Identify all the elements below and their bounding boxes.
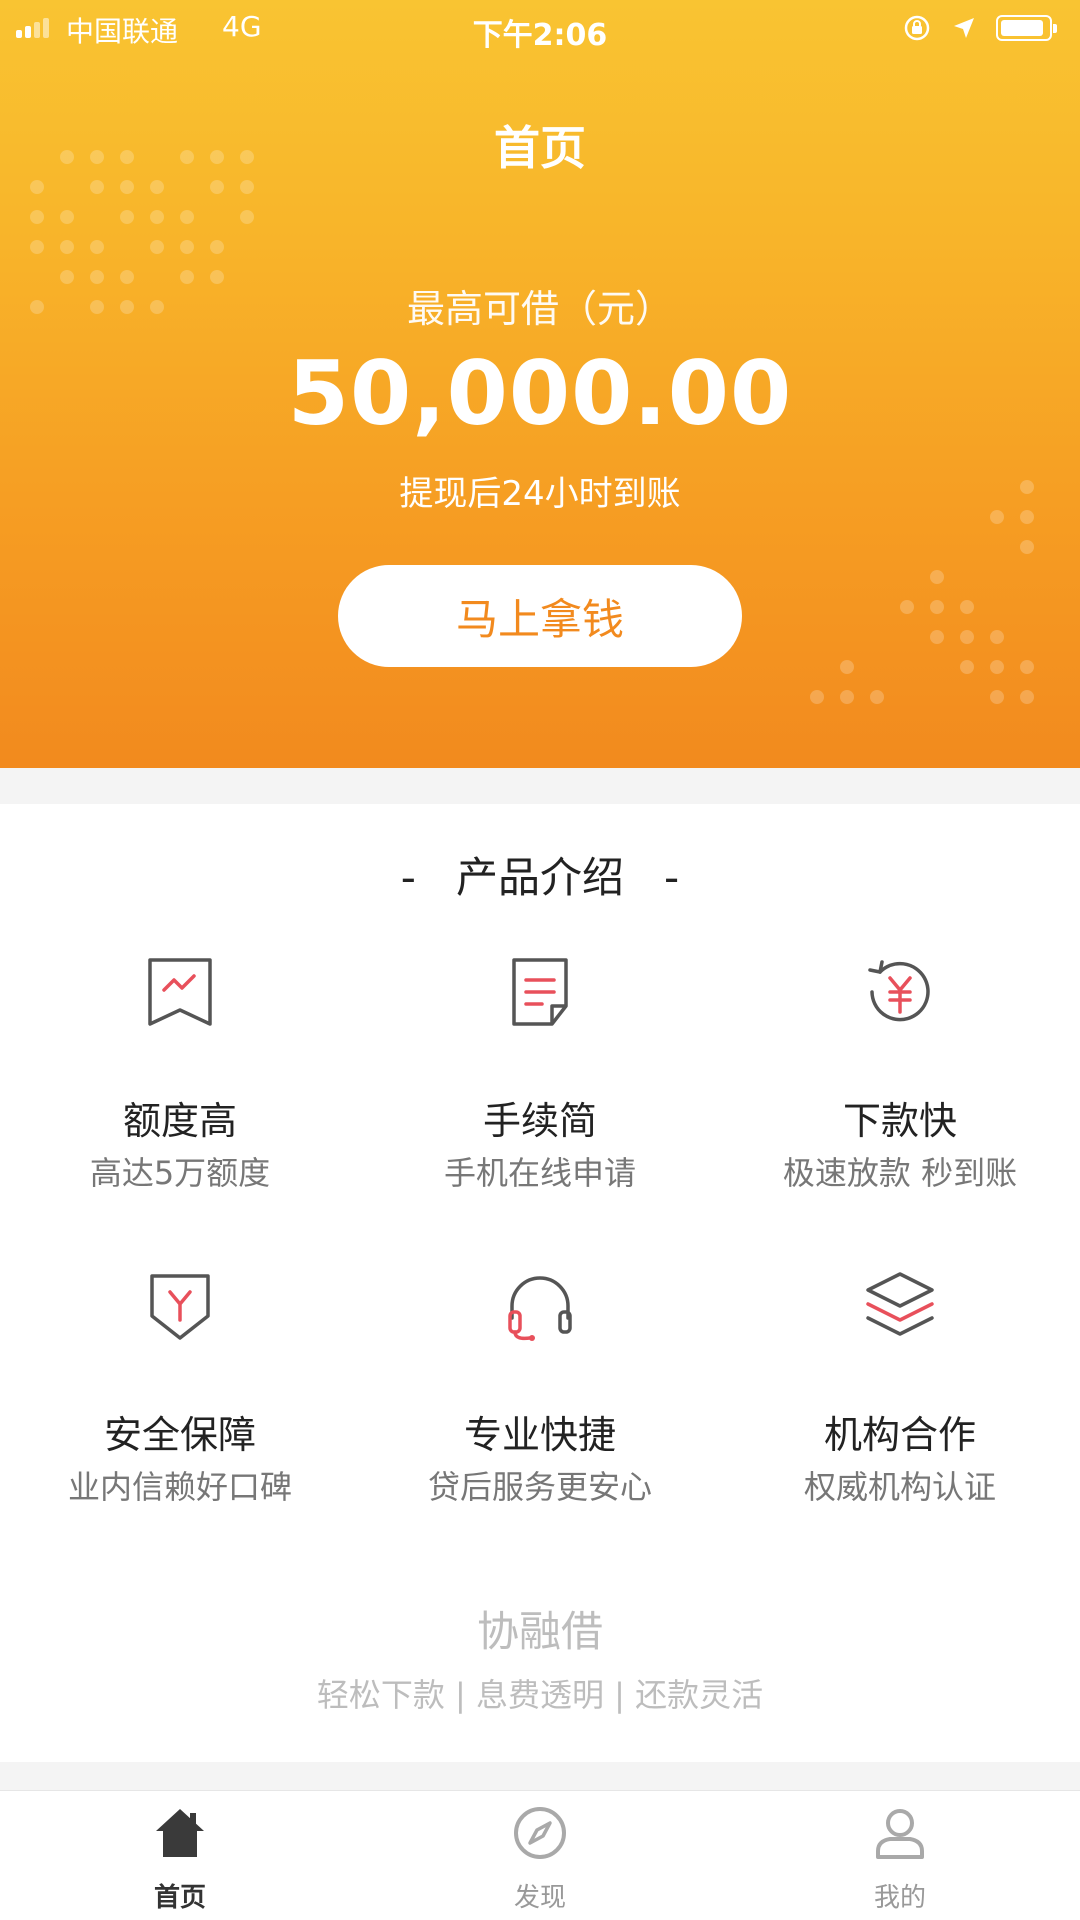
decor-dot bbox=[930, 570, 944, 584]
feature-professional: 专业快捷 贷后服务更安心 bbox=[360, 1266, 720, 1566]
decor-dot bbox=[840, 660, 854, 674]
yuan-refresh-icon bbox=[868, 960, 930, 1022]
tab-label: 我的 bbox=[873, 1883, 926, 1913]
shield-icon bbox=[150, 1274, 210, 1340]
screen: 中国联通 4G 下午2:06 首页 最高可借（元） 50,000.00 提现后2… bbox=[0, 0, 1080, 1920]
decor-dot bbox=[1020, 540, 1034, 554]
feature-desc: 权威机构认证 bbox=[803, 1468, 996, 1506]
brand-name: 协融借 bbox=[476, 1607, 603, 1656]
decor-dot bbox=[30, 210, 44, 224]
bottom-tab-bar: 首页 发现 我的 bbox=[0, 1790, 1080, 1920]
status-bar: 中国联通 4G 下午2:06 bbox=[0, 0, 1080, 56]
battery-icon bbox=[996, 15, 1057, 41]
feature-name: 下款快 bbox=[842, 1099, 957, 1143]
decor-dot bbox=[1020, 690, 1034, 704]
decor-dot bbox=[60, 210, 74, 224]
user-icon bbox=[876, 1809, 924, 1859]
decor-dot bbox=[150, 240, 164, 254]
decor-dot bbox=[180, 240, 194, 254]
tab-label: 首页 bbox=[153, 1883, 206, 1913]
feature-partnership: 机构合作 权威机构认证 bbox=[720, 1266, 1080, 1566]
feature-fast-payout: 下款快 极速放款 秒到账 bbox=[720, 952, 1080, 1252]
max-loan-amount: 50,000.00 bbox=[287, 342, 793, 445]
decor-dot bbox=[990, 630, 1004, 644]
decor-dot bbox=[210, 180, 224, 194]
decor-dot bbox=[60, 240, 74, 254]
decor-dot bbox=[930, 630, 944, 644]
feature-high-limit: 额度高 高达5万额度 bbox=[0, 952, 360, 1252]
decor-dot bbox=[90, 180, 104, 194]
feature-desc: 手机在线申请 bbox=[443, 1154, 636, 1192]
arrival-note: 提现后24小时到账 bbox=[399, 474, 681, 514]
feature-desc: 贷后服务更安心 bbox=[427, 1468, 652, 1506]
compass-icon bbox=[514, 1807, 566, 1859]
tab-label: 发现 bbox=[513, 1883, 566, 1913]
section-divider bbox=[0, 768, 1080, 804]
layers-icon bbox=[866, 1272, 934, 1336]
section-title: - 产品介绍 - bbox=[400, 853, 680, 902]
product-intro-section: - 产品介绍 - 额度高 高达5万额度 手续简 手机在线申请 下款快 极速放款 … bbox=[0, 804, 1080, 1762]
decor-dot bbox=[870, 690, 884, 704]
decor-dot bbox=[30, 240, 44, 254]
decor-dot bbox=[990, 660, 1004, 674]
decor-dot bbox=[840, 690, 854, 704]
headset-icon bbox=[508, 1276, 572, 1341]
feature-desc: 高达5万额度 bbox=[89, 1154, 271, 1192]
tab-mine[interactable]: 我的 bbox=[720, 1791, 1080, 1920]
decor-dot bbox=[120, 180, 134, 194]
decor-dot bbox=[900, 600, 914, 614]
feature-simple-process: 手续简 手机在线申请 bbox=[360, 952, 720, 1252]
status-icons bbox=[902, 10, 1057, 46]
brand-tagline: 轻松下款 | 息费透明 | 还款灵活 bbox=[316, 1676, 764, 1714]
decor-dot bbox=[240, 180, 254, 194]
decor-dot bbox=[210, 240, 224, 254]
document-icon bbox=[512, 958, 568, 1026]
tab-discover[interactable]: 发现 bbox=[360, 1791, 720, 1920]
feature-name: 额度高 bbox=[122, 1099, 237, 1143]
decor-dot bbox=[930, 600, 944, 614]
feature-desc: 极速放款 秒到账 bbox=[782, 1154, 1018, 1192]
home-icon bbox=[156, 1809, 204, 1857]
feature-name: 手续简 bbox=[482, 1099, 597, 1143]
feature-desc: 业内信赖好口碑 bbox=[67, 1468, 292, 1506]
hero-banner: 中国联通 4G 下午2:06 首页 最高可借（元） 50,000.00 提现后2… bbox=[0, 0, 1080, 768]
tab-home[interactable]: 首页 bbox=[0, 1791, 360, 1920]
decor-dot bbox=[240, 210, 254, 224]
feature-name: 机构合作 bbox=[823, 1413, 976, 1457]
decor-dot bbox=[960, 630, 974, 644]
location-icon bbox=[954, 18, 974, 38]
decor-dot bbox=[150, 210, 164, 224]
decor-dot bbox=[960, 600, 974, 614]
feature-name: 专业快捷 bbox=[463, 1413, 616, 1457]
tabbar-divider bbox=[0, 1762, 1080, 1790]
decor-dot bbox=[150, 180, 164, 194]
decor-dot bbox=[30, 180, 44, 194]
feature-name: 安全保障 bbox=[103, 1413, 256, 1457]
decor-dot bbox=[810, 690, 824, 704]
decor-dot bbox=[180, 210, 194, 224]
decor-dot bbox=[960, 660, 974, 674]
decor-dot bbox=[990, 690, 1004, 704]
decor-dot bbox=[120, 210, 134, 224]
get-money-button[interactable]: 马上拿钱 bbox=[338, 565, 742, 667]
page-title: 首页 bbox=[494, 121, 586, 175]
trend-chart-icon bbox=[148, 958, 212, 1026]
feature-security: 安全保障 业内信赖好口碑 bbox=[0, 1266, 360, 1566]
decor-dot bbox=[1020, 660, 1034, 674]
max-loan-label: 最高可借（元） bbox=[406, 287, 673, 331]
orientation-lock-icon bbox=[904, 15, 930, 41]
decor-dot bbox=[90, 240, 104, 254]
